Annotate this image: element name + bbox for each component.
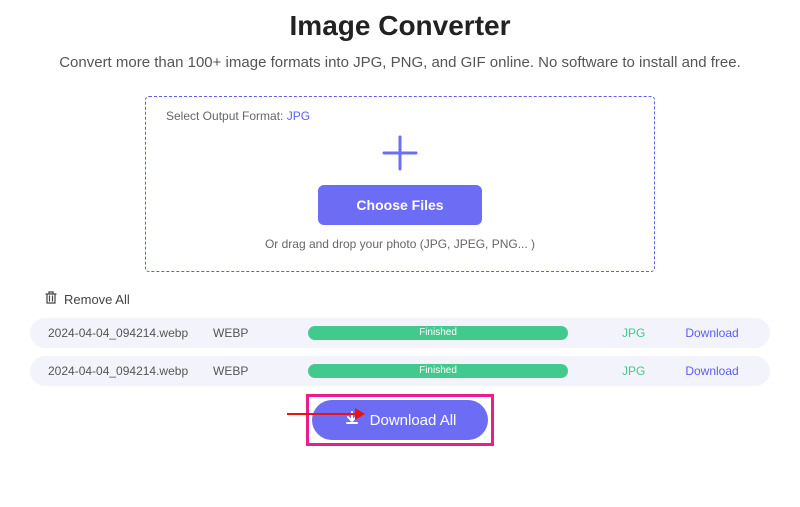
file-row: 2024-04-04_094214.webp WEBP Finished JPG…	[30, 356, 770, 386]
file-target-format: JPG	[622, 364, 672, 378]
plus-icon[interactable]	[166, 131, 634, 175]
file-row: 2024-04-04_094214.webp WEBP Finished JPG…	[30, 318, 770, 348]
progress-bar: Finished	[308, 326, 568, 340]
arrow-annotation-icon	[285, 404, 365, 429]
choose-files-button[interactable]: Choose Files	[318, 185, 481, 225]
remove-all-label: Remove All	[64, 292, 130, 307]
upload-dropzone[interactable]: Select Output Format: JPG Choose Files O…	[145, 96, 655, 272]
file-name: 2024-04-04_094214.webp	[48, 326, 213, 340]
progress-wrap: Finished	[268, 326, 608, 340]
file-source-format: WEBP	[213, 364, 268, 378]
progress-bar: Finished	[308, 364, 568, 378]
file-target-format: JPG	[622, 326, 672, 340]
drag-hint-text: Or drag and drop your photo (JPG, JPEG, …	[166, 237, 634, 251]
trash-icon	[44, 290, 58, 308]
file-name: 2024-04-04_094214.webp	[48, 364, 213, 378]
download-link[interactable]: Download	[672, 364, 752, 378]
output-format-row: Select Output Format: JPG	[166, 109, 634, 123]
output-format-value[interactable]: JPG	[287, 109, 310, 123]
output-format-label: Select Output Format:	[166, 109, 283, 123]
page-subtitle: Convert more than 100+ image formats int…	[30, 54, 770, 71]
download-all-label: Download All	[370, 412, 457, 429]
page-title: Image Converter	[30, 10, 770, 42]
file-source-format: WEBP	[213, 326, 268, 340]
progress-wrap: Finished	[268, 364, 608, 378]
remove-all-button[interactable]: Remove All	[44, 290, 770, 308]
download-link[interactable]: Download	[672, 326, 752, 340]
